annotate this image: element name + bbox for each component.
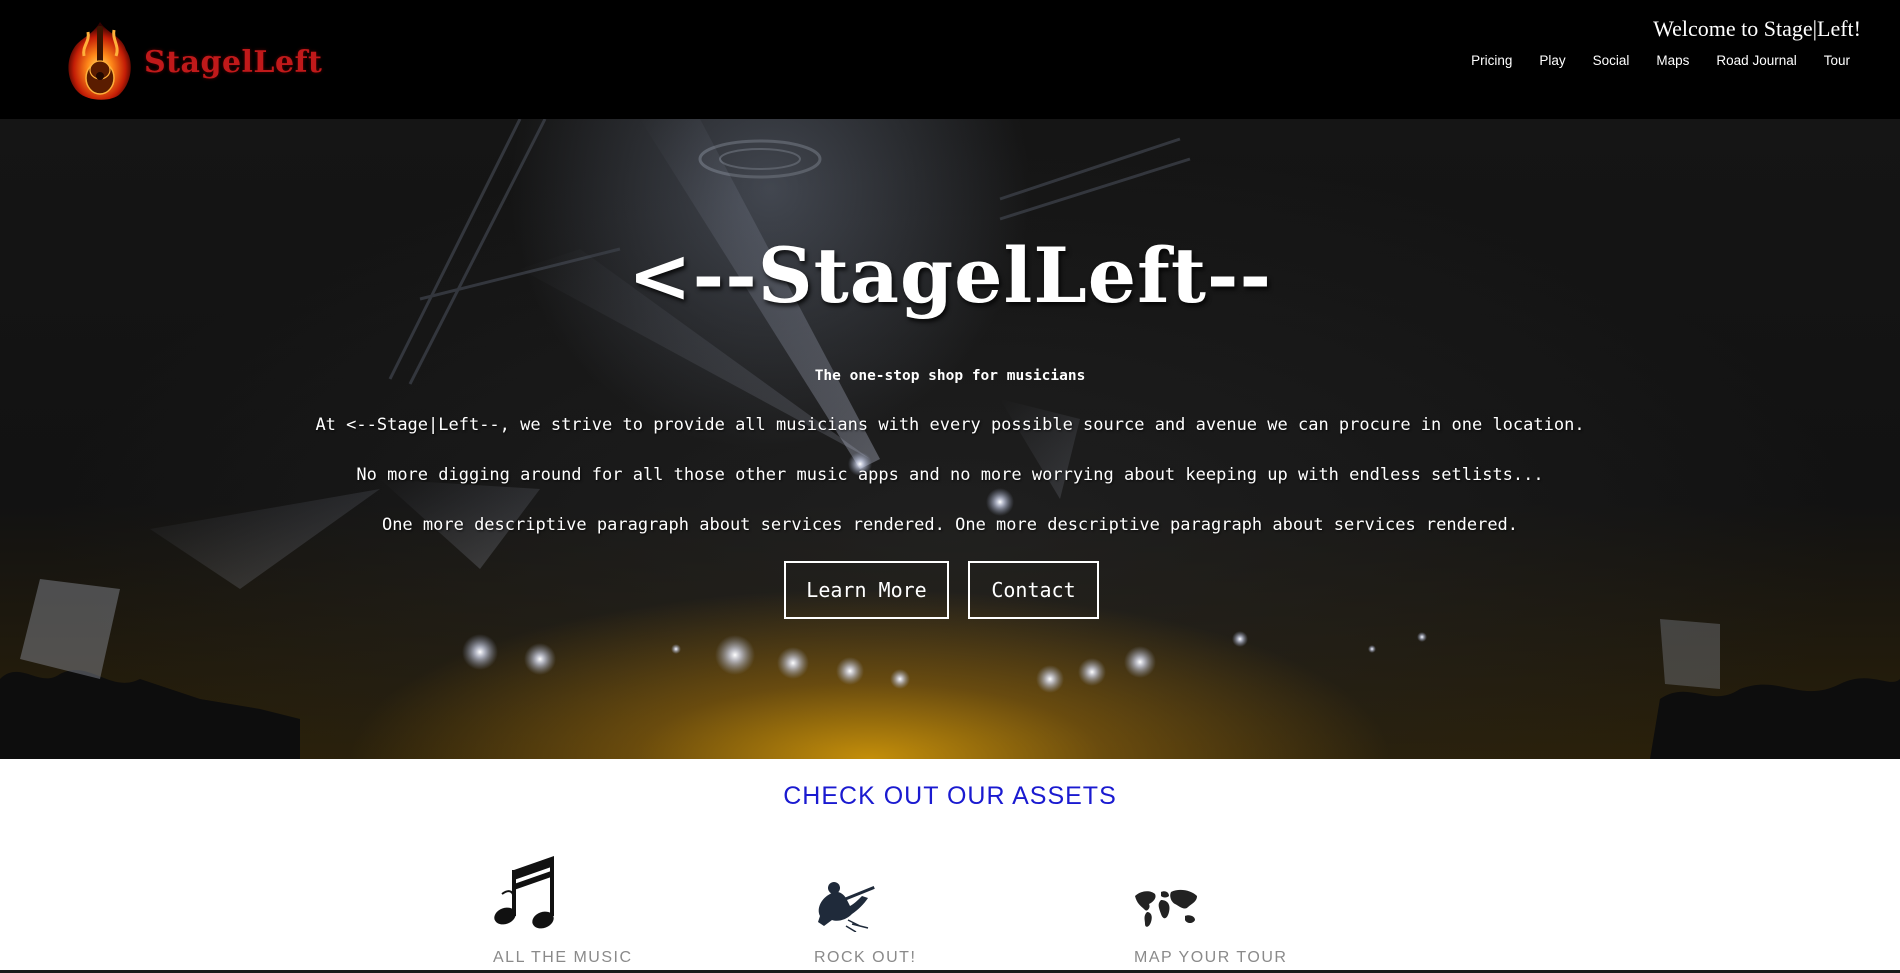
concert-stage-background (0, 119, 1900, 759)
nav-tour[interactable]: Tour (1824, 53, 1850, 68)
welcome-message: Welcome to Stage|Left! (1653, 16, 1861, 41)
contact-button[interactable]: Contact (968, 561, 1099, 619)
top-header: StagelLeft Welcome to Stage|Left! Pricin… (0, 0, 1900, 119)
asset-label-rock-out: ROCK OUT! (814, 949, 917, 966)
main-nav: Pricing Play Social Maps Road Journal To… (1444, 53, 1850, 68)
music-notes-icon[interactable] (492, 854, 558, 932)
hero-section: <--StagelLeft-- The one-stop shop for mu… (0, 119, 1900, 759)
nav-maps[interactable]: Maps (1656, 53, 1689, 68)
hero-paragraph-2: No more digging around for all those oth… (356, 465, 1544, 485)
guitarist-icon[interactable] (812, 880, 878, 932)
logo-text: StagelLeft (144, 44, 323, 80)
nav-social[interactable]: Social (1593, 53, 1630, 68)
hero-title: <--StagelLeft-- (627, 231, 1273, 320)
nav-pricing[interactable]: Pricing (1471, 53, 1512, 68)
asset-label-map-your-tour: MAP YOUR TOUR (1134, 949, 1288, 966)
hero-subtitle: The one-stop shop for musicians (814, 368, 1086, 384)
world-map-icon[interactable] (1133, 888, 1199, 930)
nav-play[interactable]: Play (1539, 53, 1565, 68)
asset-label-all-the-music: ALL THE MUSIC (493, 949, 633, 966)
nav-road-journal[interactable]: Road Journal (1716, 53, 1796, 68)
assets-section-title: CHECK OUT OUR ASSETS (783, 782, 1117, 810)
hero-paragraph-3: One more descriptive paragraph about ser… (381, 515, 1519, 535)
flaming-guitar-logo-icon (68, 22, 131, 100)
site-logo[interactable]: StagelLeft (60, 20, 322, 104)
learn-more-button[interactable]: Learn More (784, 561, 949, 619)
hero-paragraph-1: At <--Stage|Left--, we strive to provide… (315, 415, 1585, 435)
